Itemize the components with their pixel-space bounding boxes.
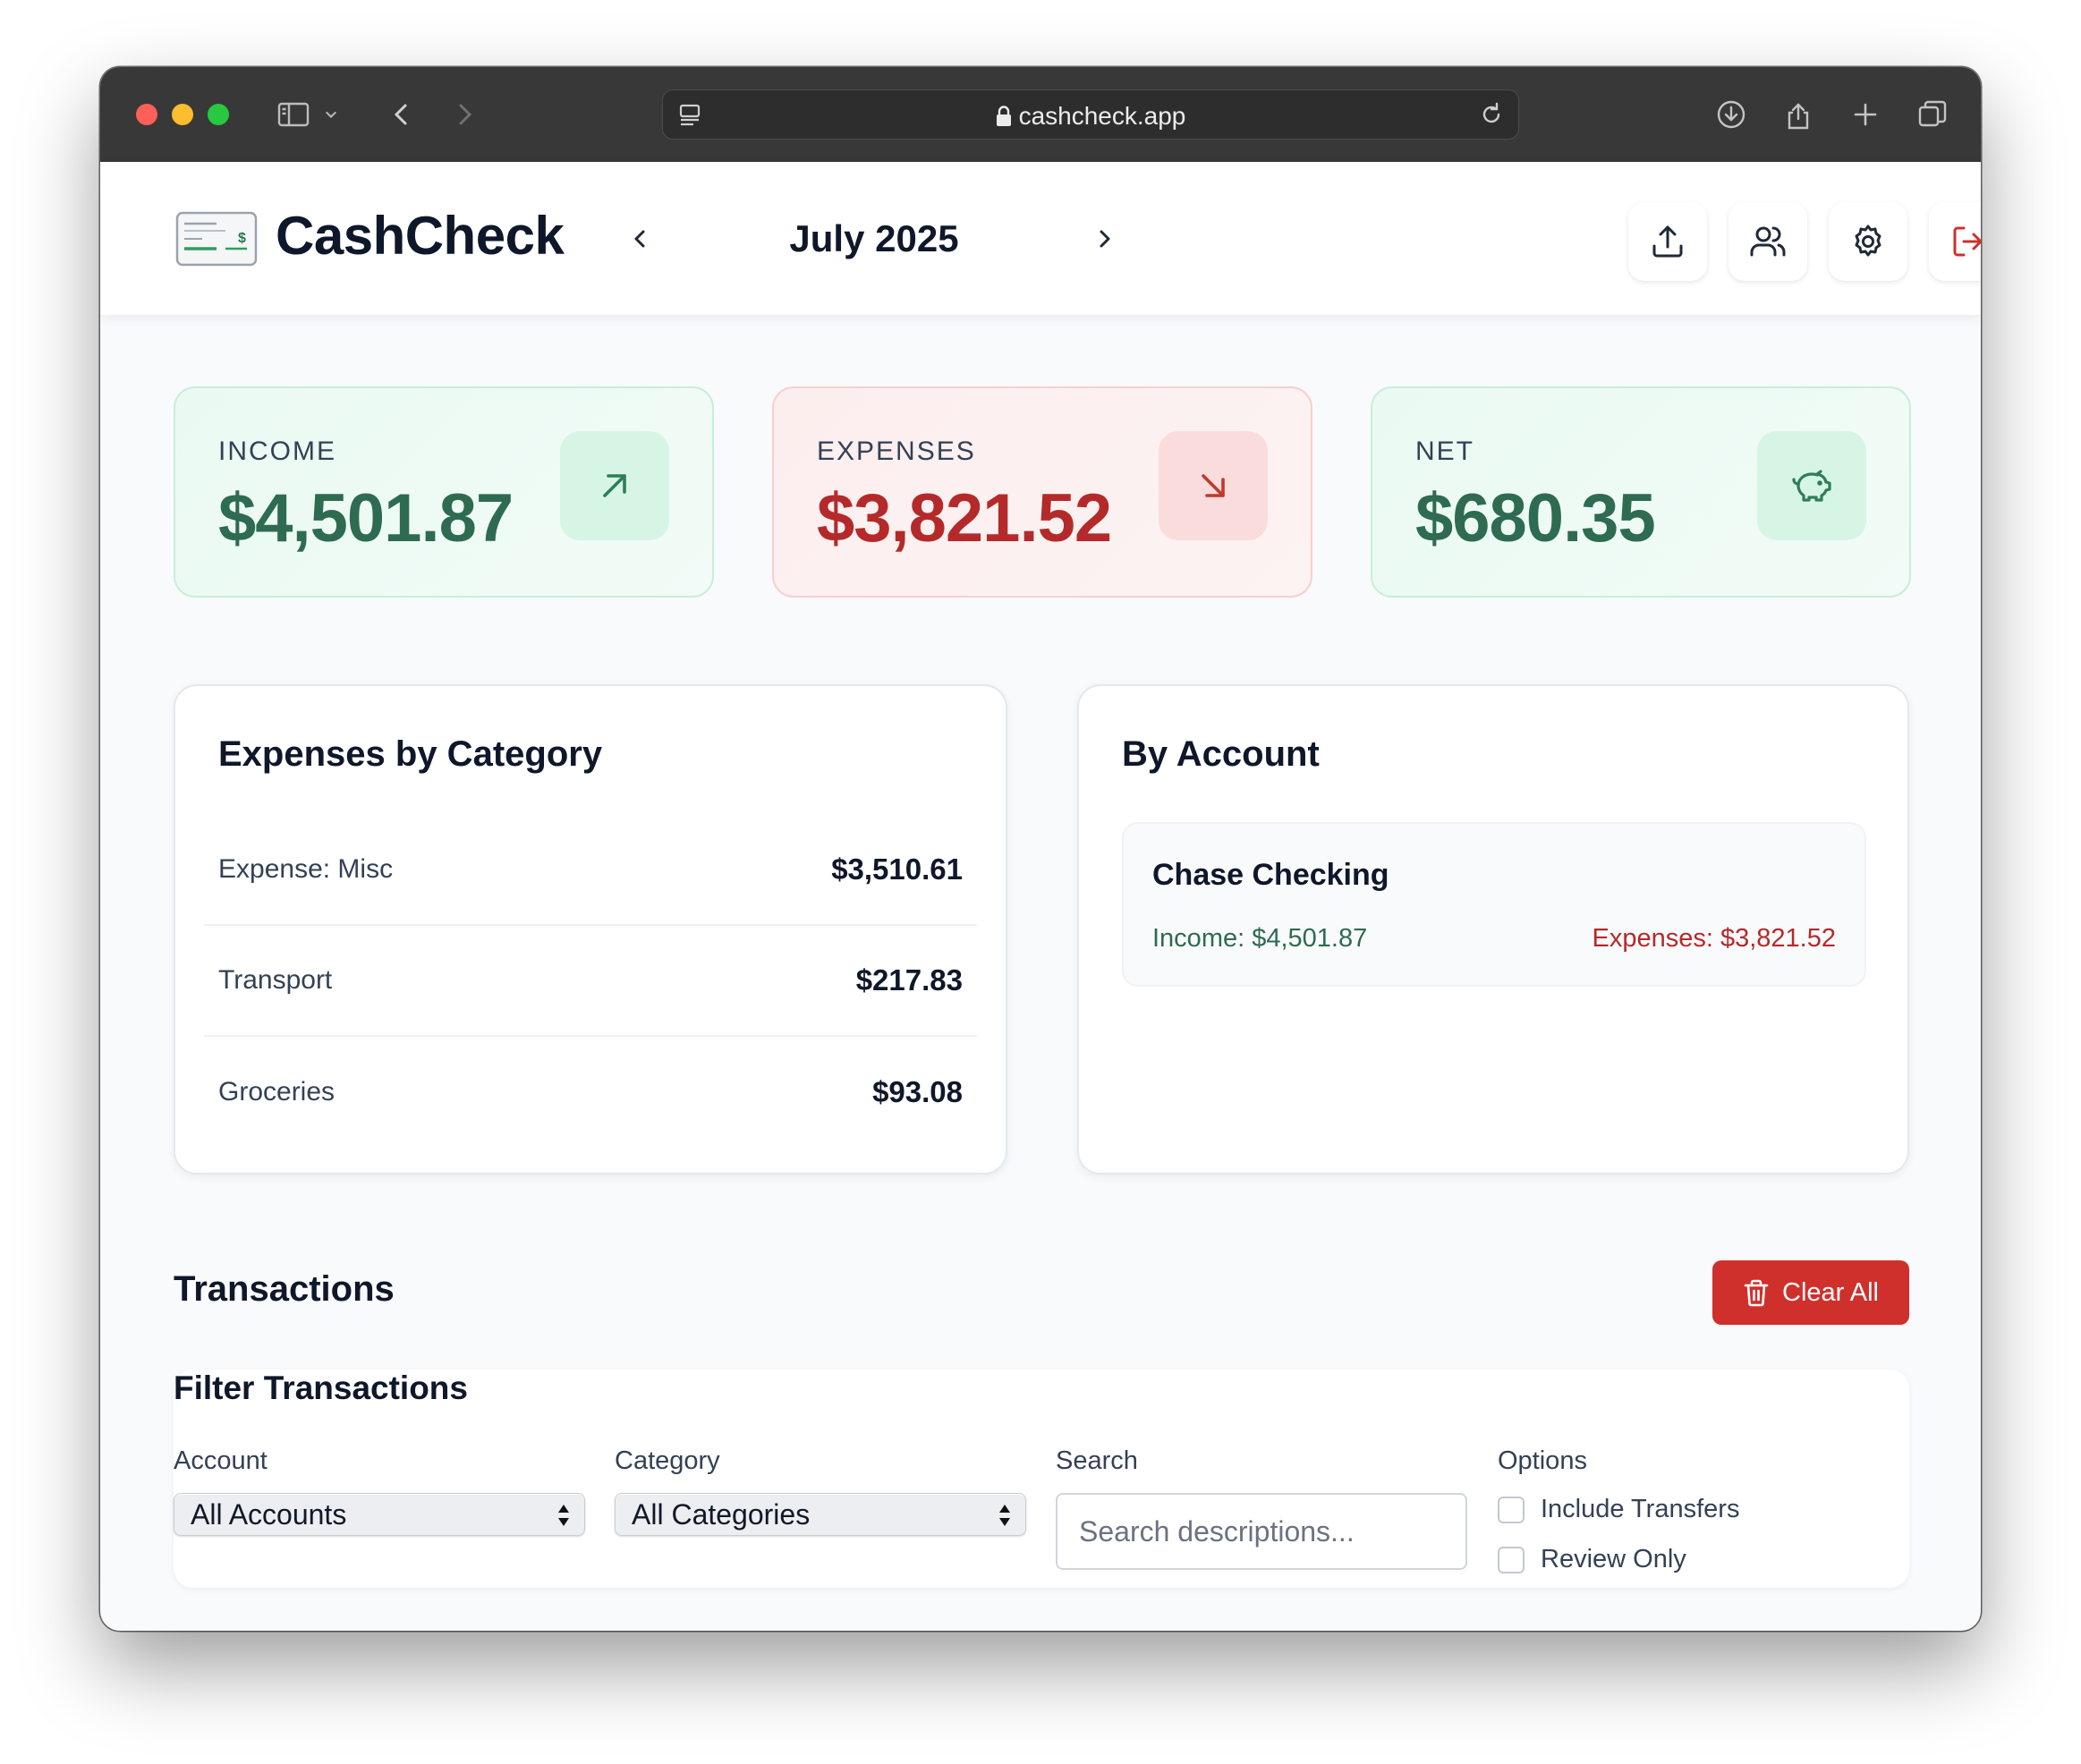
browser-window: cashcheck.app $ CashCheck July 2025 INCO… [100, 67, 1981, 1631]
category-name: Groceries [218, 1077, 336, 1107]
options-label: Options [1498, 1446, 1587, 1475]
close-window-button[interactable] [136, 104, 157, 125]
search-input[interactable] [1056, 1493, 1467, 1570]
app-header: $ CashCheck July 2025 [100, 162, 1981, 316]
users-button[interactable] [1729, 202, 1807, 281]
chevron-left-icon [634, 230, 645, 248]
download-icon[interactable] [1711, 94, 1752, 135]
account-select[interactable]: All Accounts [174, 1493, 585, 1536]
new-tab-icon[interactable] [1845, 94, 1886, 135]
chevron-down-icon[interactable] [319, 94, 343, 135]
settings-button[interactable] [1829, 202, 1907, 281]
clear-all-label: Clear All [1782, 1277, 1879, 1307]
review-only-option[interactable]: Review Only [1498, 1545, 1686, 1574]
chevron-right-icon [1100, 230, 1110, 248]
expenses-value: $3,821.52 [817, 480, 1112, 556]
filter-title: Filter Transactions [174, 1370, 468, 1406]
logout-button[interactable] [1929, 202, 1981, 281]
category-select[interactable]: All Categories [615, 1493, 1026, 1536]
select-arrows-icon [999, 1505, 1010, 1526]
category-amount: $93.08 [872, 1075, 963, 1108]
net-label: NET [1415, 437, 1474, 466]
browser-toolbar: cashcheck.app [100, 67, 1981, 162]
svg-text:$: $ [238, 231, 246, 246]
by-account-title: By Account [1122, 734, 1320, 774]
import-button[interactable] [1628, 202, 1707, 281]
users-icon [1750, 226, 1786, 257]
category-amount: $3,510.61 [831, 852, 963, 886]
reload-icon[interactable] [1475, 98, 1508, 131]
arrow-up-right-icon [603, 474, 626, 497]
zoom-window-button[interactable] [208, 104, 229, 125]
select-arrows-icon [558, 1505, 569, 1526]
include-transfers-checkbox[interactable] [1498, 1496, 1525, 1523]
current-month: July 2025 [789, 217, 959, 259]
category-select-value: All Categories [632, 1497, 811, 1531]
expenses-card: EXPENSES $3,821.52 [772, 386, 1312, 598]
back-icon[interactable] [381, 94, 422, 135]
category-name: Expense: Misc [218, 854, 394, 884]
check-logo-icon: $ [175, 211, 258, 267]
include-transfers-option[interactable]: Include Transfers [1498, 1495, 1739, 1524]
include-transfers-label: Include Transfers [1541, 1495, 1740, 1523]
upload-icon [1652, 225, 1683, 258]
next-month-button[interactable] [1083, 217, 1125, 260]
review-only-label: Review Only [1541, 1545, 1686, 1573]
category-amount: $217.83 [855, 963, 963, 996]
expenses-by-category-title: Expenses by Category [218, 734, 603, 774]
income-card: INCOME $4,501.87 [174, 386, 714, 598]
app-title: CashCheck [276, 206, 565, 266]
clear-all-button[interactable]: Clear All [1712, 1260, 1909, 1325]
category-row: Groceries $93.08 [204, 1037, 977, 1148]
income-label: INCOME [218, 437, 336, 466]
sidebar-toggle-icon[interactable] [273, 94, 314, 135]
previous-month-button[interactable] [619, 217, 662, 260]
lock-icon [996, 106, 1011, 126]
category-row: Expense: Misc $3,510.61 [204, 815, 977, 926]
tab-overview-icon[interactable] [1912, 94, 1953, 135]
account-card: Chase Checking Income: $4,501.87 Expense… [1122, 822, 1866, 987]
settings-icon [1855, 225, 1881, 257]
url-text: cashcheck.app [1018, 102, 1186, 130]
search-filter-label: Search [1056, 1446, 1138, 1475]
transactions-title: Transactions [174, 1269, 395, 1309]
share-icon[interactable] [1778, 94, 1819, 135]
income-badge [560, 431, 669, 540]
arrow-down-right-icon [1202, 474, 1225, 497]
net-card: NET $680.35 [1371, 386, 1911, 598]
review-only-checkbox[interactable] [1498, 1546, 1525, 1573]
expenses-badge [1159, 431, 1268, 540]
account-income: Income: $4,501.87 [1152, 924, 1368, 953]
category-row: Transport $217.83 [204, 926, 977, 1037]
expenses-label: EXPENSES [817, 437, 976, 466]
account-name: Chase Checking [1152, 858, 1389, 892]
account-select-value: All Accounts [191, 1497, 347, 1531]
category-name: Transport [218, 965, 333, 995]
category-filter-label: Category [615, 1446, 720, 1475]
net-value: $680.35 [1415, 480, 1656, 556]
filter-card: Filter Transactions Account All Accounts… [174, 1370, 1909, 1588]
minimize-window-button[interactable] [172, 104, 193, 125]
income-value: $4,501.87 [218, 480, 514, 556]
trash-icon [1744, 1279, 1769, 1307]
piggy-bank-icon [1792, 470, 1831, 502]
logout-icon [1953, 226, 1981, 257]
account-expenses: Expenses: $3,821.52 [1592, 924, 1836, 953]
forward-icon[interactable] [444, 94, 485, 135]
expenses-by-category-panel: Expenses by Category Expense: Misc $3,51… [174, 684, 1007, 1175]
account-filter-label: Account [174, 1446, 268, 1475]
by-account-panel: By Account Chase Checking Income: $4,501… [1077, 684, 1909, 1175]
net-badge [1757, 431, 1866, 540]
address-bar[interactable]: cashcheck.app [662, 89, 1519, 140]
